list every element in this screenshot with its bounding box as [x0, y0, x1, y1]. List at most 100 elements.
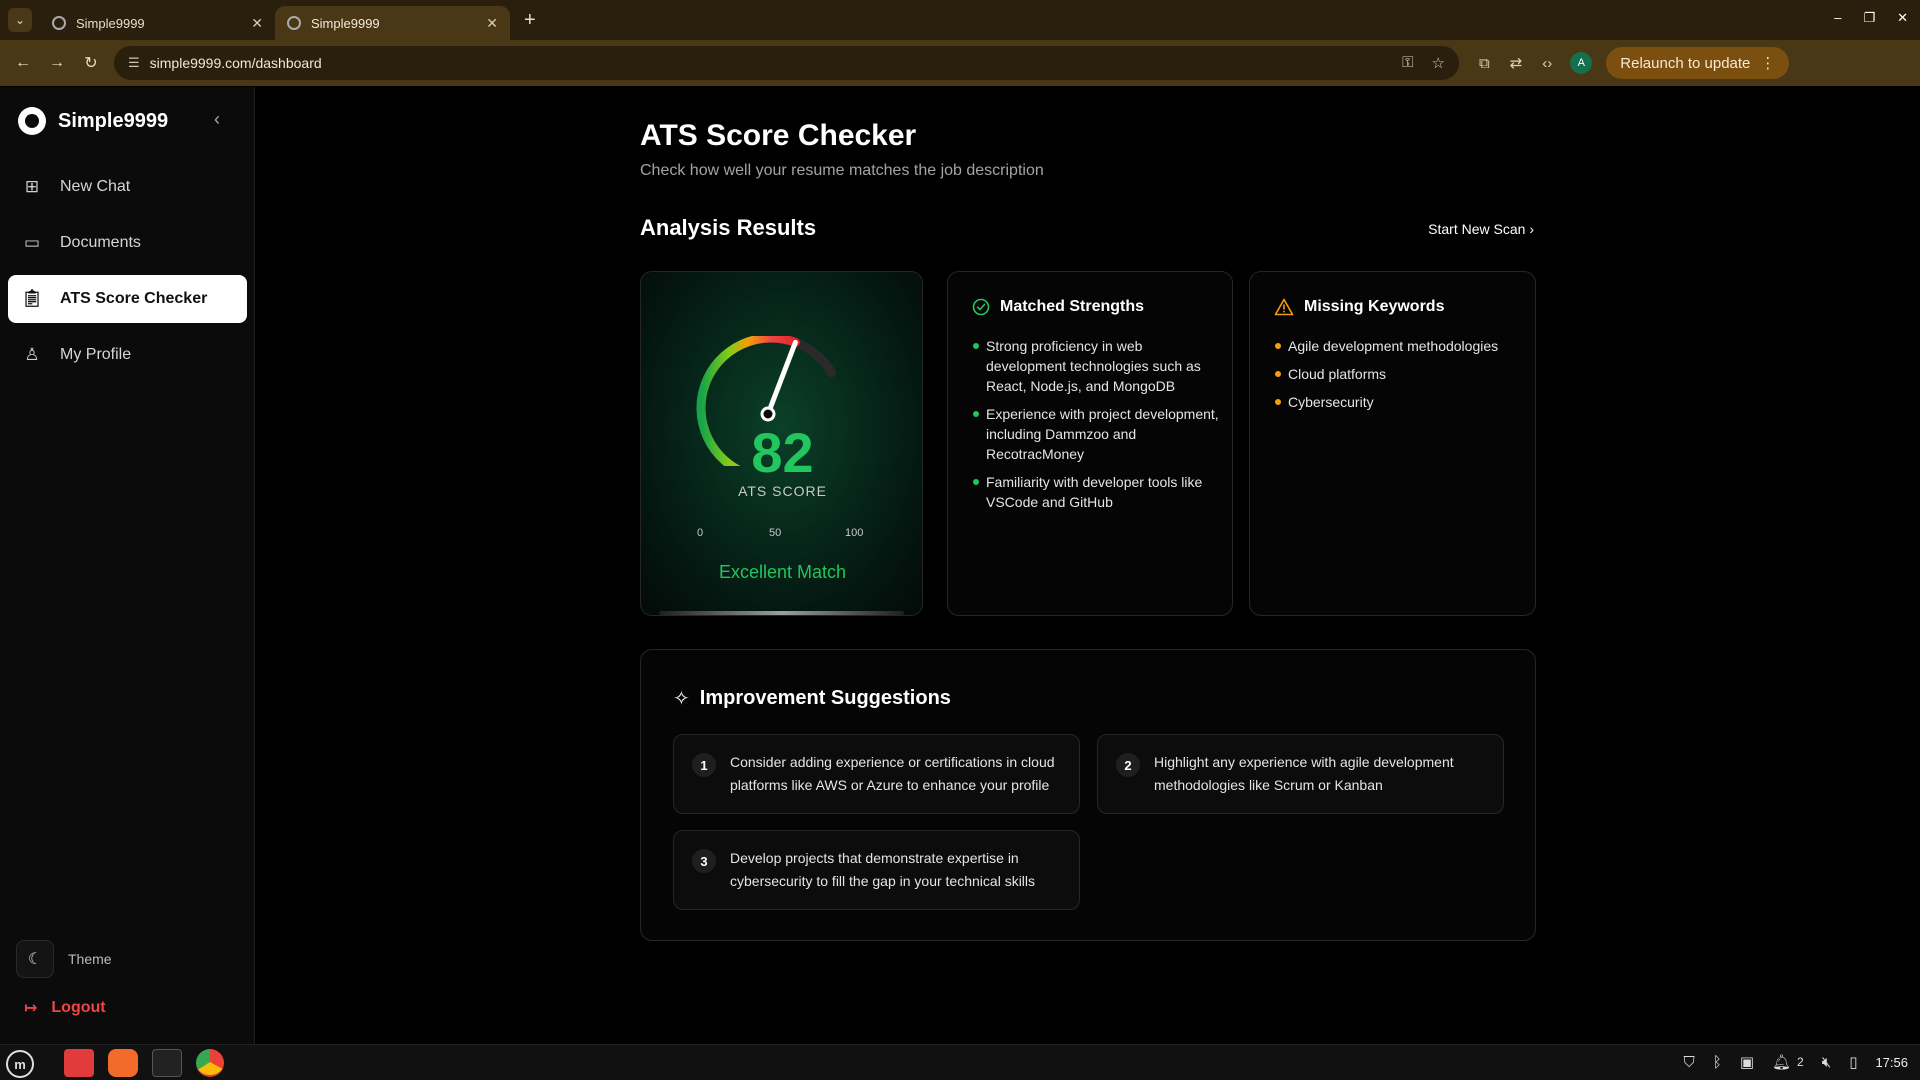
moon-icon[interactable]: ☾: [16, 940, 54, 978]
theme-label: Theme: [68, 951, 112, 967]
sidebar-item-my-profile[interactable]: ♙ My Profile: [8, 331, 247, 379]
suggestion-text: Consider adding experience or certificat…: [730, 754, 1055, 793]
bookmark-star-icon[interactable]: ☆: [1432, 54, 1445, 72]
favicon-icon: [287, 16, 301, 30]
volume-muted-icon[interactable]: 🔇︎: [1822, 1054, 1831, 1071]
logout-button[interactable]: ↦ Logout: [24, 998, 106, 1018]
collapse-sidebar-chevron-icon[interactable]: ‹: [214, 109, 220, 130]
theme-toggle-row: ☾ Theme: [16, 940, 112, 978]
suggestion-number: 3: [692, 849, 716, 873]
match-verdict: Excellent Match: [718, 562, 847, 582]
improvement-suggestions-header: ✧ Improvement Suggestions: [673, 686, 951, 711]
score-value: 82: [751, 421, 814, 484]
sidebar-item-label: My Profile: [60, 346, 132, 363]
sidebar-item-documents[interactable]: ▭ Documents: [8, 219, 247, 267]
close-icon[interactable]: ✕: [486, 15, 498, 32]
missing-keywords-list: Agile development methodologies Cloud pl…: [1274, 336, 1524, 420]
list-item: Familiarity with developer tools like VS…: [972, 472, 1222, 512]
battery-icon[interactable]: ▯: [1849, 1053, 1857, 1071]
page-title: ATS Score Checker: [640, 119, 917, 152]
back-arrow-icon[interactable]: ←: [6, 54, 40, 72]
score-label: ATS SCORE: [738, 483, 827, 499]
code-icon[interactable]: ‹›: [1542, 55, 1552, 72]
missing-keywords-title: Missing Keywords: [1304, 298, 1445, 315]
strengths-list: Strong proficiency in web development te…: [972, 336, 1222, 520]
relaunch-label: Relaunch to update: [1620, 54, 1751, 72]
folder-icon: ▭: [23, 233, 41, 252]
restore-icon[interactable]: ❐: [1863, 10, 1875, 26]
sidebar-item-label: New Chat: [60, 178, 131, 195]
tab-title: Simple9999: [76, 15, 145, 31]
sidebar: Simple9999 ‹ ⊞ New Chat ▭ Documents 📋︎ A…: [0, 87, 255, 1044]
minimize-icon[interactable]: –: [1834, 10, 1841, 26]
browser-tab-2[interactable]: Simple9999 ✕: [275, 6, 510, 40]
list-item: Agile development methodologies: [1274, 336, 1524, 356]
user-icon: ♙: [24, 345, 40, 364]
matched-strengths-title: Matched Strengths: [1000, 298, 1145, 315]
clipboard-icon: 📋︎: [21, 289, 43, 308]
list-item: Cloud platforms: [1274, 364, 1524, 384]
missing-keywords-header: Missing Keywords: [1274, 298, 1444, 316]
translate-icon[interactable]: ⇄: [1510, 54, 1523, 72]
browser-tab-1[interactable]: Simple9999 ✕: [40, 6, 275, 40]
address-bar[interactable]: ☰ simple9999.com/dashboard ⚿ ☆: [114, 46, 1459, 80]
gauge-hub: [760, 406, 776, 422]
brand[interactable]: Simple9999: [18, 107, 168, 135]
relaunch-button[interactable]: Relaunch to update ⋮: [1606, 47, 1790, 79]
gauge-tick-max: 100: [845, 527, 864, 539]
section-title: Analysis Results: [640, 215, 817, 240]
chevron-right-icon: ›: [1529, 221, 1534, 237]
list-item: Experience with project development, inc…: [972, 404, 1222, 464]
logout-icon: ↦: [24, 1000, 38, 1017]
more-vertical-icon: ⋮: [1760, 55, 1776, 72]
chrome-app-icon[interactable]: [196, 1049, 224, 1077]
bluetooth-icon[interactable]: ᛒ: [1713, 1054, 1722, 1071]
close-icon[interactable]: ✕: [251, 15, 263, 32]
system-tray: ⛉ ᛒ ▣ 🔔︎ 2 🔇︎ ▯ 17:56: [1684, 1053, 1908, 1072]
reload-icon[interactable]: ↻: [74, 53, 108, 73]
notification-count: 2: [1797, 1055, 1804, 1069]
matched-strengths-card: Matched Strengths Strong proficiency in …: [947, 271, 1233, 616]
improvement-suggestions-title: Improvement Suggestions: [699, 687, 951, 709]
check-circle-icon: [972, 298, 990, 316]
site-info-icon[interactable]: ☰: [128, 55, 140, 71]
suggestion-item: 2 Highlight any experience with agile de…: [1097, 734, 1504, 814]
tab-search-button[interactable]: ⌄: [8, 8, 32, 32]
terminal-app-icon[interactable]: [152, 1049, 182, 1077]
sparkles-icon: ✧: [673, 688, 690, 710]
sidebar-item-new-chat[interactable]: ⊞ New Chat: [8, 163, 247, 211]
start-new-scan-link[interactable]: Start New Scan ›: [1428, 221, 1534, 237]
shield-icon[interactable]: ⛉: [1684, 1054, 1695, 1071]
start-menu-button[interactable]: m: [6, 1050, 34, 1078]
gauge-tick-min: 0: [697, 527, 704, 539]
suggestion-item: 1 Consider adding experience or certific…: [673, 734, 1080, 814]
key-icon[interactable]: ⚿: [1402, 54, 1413, 72]
page-subtitle: Check how well your resume matches the j…: [640, 162, 1044, 179]
favicon-icon: [52, 16, 66, 30]
app-root: Simple9999 ‹ ⊞ New Chat ▭ Documents 📋︎ A…: [0, 87, 1920, 1044]
profile-avatar[interactable]: A: [1570, 52, 1593, 74]
brand-name: Simple9999: [58, 109, 169, 132]
os-taskbar: m ⛉ ᛒ ▣ 🔔︎ 2 🔇︎ ▯ 17:56: [0, 1044, 1920, 1080]
window-close-icon[interactable]: ✕: [1897, 10, 1908, 26]
firefox-app-icon[interactable]: [108, 1049, 138, 1077]
clipboard-tray-icon[interactable]: ▣: [1740, 1053, 1754, 1071]
browser-tab-bar: ⌄ Simple9999 ✕ Simple9999 ✕ + – ❐ ✕: [0, 0, 1920, 40]
new-tab-plus-icon[interactable]: +: [524, 9, 536, 32]
suggestion-item: 3 Develop projects that demonstrate expe…: [673, 830, 1080, 910]
sidebar-item-label: ATS Score Checker: [60, 290, 208, 307]
card-bottom-bar: [659, 611, 904, 615]
forward-arrow-icon[interactable]: →: [40, 54, 74, 72]
suggestion-text: Highlight any experience with agile deve…: [1154, 754, 1454, 793]
window-controls: – ❐ ✕: [1834, 10, 1908, 26]
new-chat-icon: ⊞: [24, 177, 40, 196]
notifications-icon[interactable]: 🔔︎: [1772, 1053, 1791, 1071]
suggestion-number: 1: [692, 753, 716, 777]
browser-toolbar: ← → ↻ ☰ simple9999.com/dashboard ⚿ ☆ ⧉ ⇄…: [0, 40, 1920, 86]
sidebar-item-label: Documents: [60, 234, 141, 251]
sidebar-item-ats-score-checker[interactable]: 📋︎ ATS Score Checker: [8, 275, 247, 323]
improvement-suggestions-panel: ✧ Improvement Suggestions 1 Consider add…: [640, 649, 1536, 941]
list-item: Cybersecurity: [1274, 392, 1524, 412]
extensions-icon[interactable]: ⧉: [1479, 55, 1490, 72]
files-app-icon[interactable]: [64, 1049, 94, 1077]
